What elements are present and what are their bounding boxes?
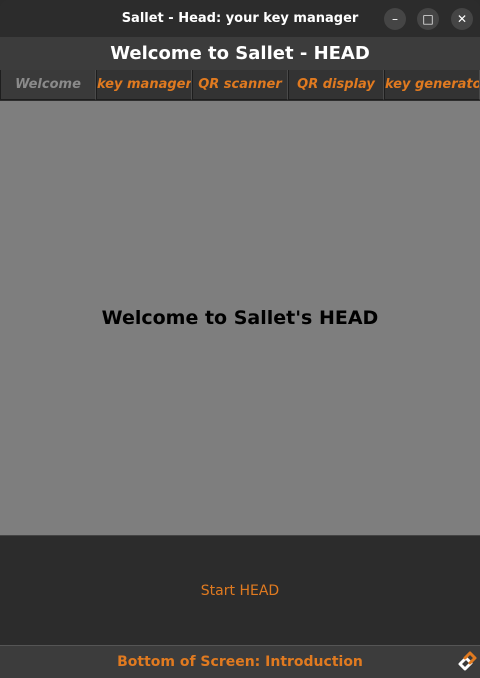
minimize-button[interactable]: –	[384, 8, 406, 30]
tab-welcome[interactable]: Welcome	[0, 70, 96, 100]
close-button[interactable]: ✕	[451, 8, 473, 30]
welcome-panel: Welcome to Sallet's HEAD	[0, 101, 480, 535]
maximize-button[interactable]: □	[417, 8, 439, 30]
tab-qr-display[interactable]: QR display	[288, 70, 384, 100]
tab-key-generator[interactable]: key generator	[384, 70, 480, 100]
start-head-button[interactable]: Start HEAD	[160, 576, 320, 606]
tab-qr-scanner[interactable]: QR scanner	[192, 70, 288, 100]
page-title: Welcome to Sallet - HEAD	[0, 37, 480, 70]
status-footer: Bottom of Screen: Introduction	[0, 645, 480, 678]
window-title: Sallet - Head: your key manager	[121, 11, 359, 26]
welcome-message: Welcome to Sallet's HEAD	[101, 307, 379, 329]
action-area: Start HEAD	[0, 535, 480, 646]
link-icon[interactable]	[456, 649, 478, 673]
tab-key-manager[interactable]: key manager	[96, 70, 192, 100]
window-titlebar: Sallet - Head: your key manager – □ ✕	[0, 0, 480, 37]
tab-bar: Welcome key manager QR scanner QR displa…	[0, 70, 480, 101]
